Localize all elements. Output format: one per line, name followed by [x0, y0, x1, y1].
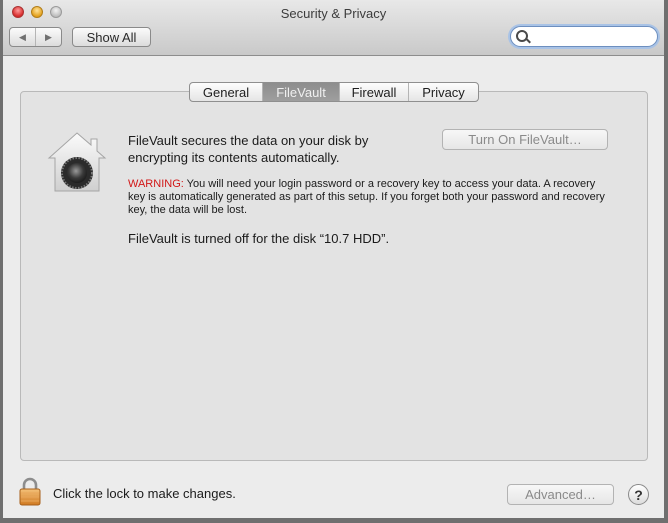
title-bar: Security & Privacy ◀ ▶ Show All: [3, 0, 664, 56]
tab-general[interactable]: General: [190, 83, 262, 101]
filevault-icon: [47, 132, 107, 192]
help-icon: ?: [634, 486, 643, 503]
search-icon: [516, 30, 528, 42]
advanced-button[interactable]: Advanced…: [507, 484, 614, 505]
search-field[interactable]: [510, 26, 658, 47]
back-forward-control: ◀ ▶: [9, 27, 62, 47]
filevault-description: FileVault secures the data on your disk …: [128, 133, 369, 165]
help-button[interactable]: ?: [628, 484, 649, 505]
tab-bar: General FileVault Firewall Privacy: [189, 82, 479, 102]
search-input[interactable]: [533, 29, 655, 45]
tab-filevault[interactable]: FileVault: [262, 83, 339, 101]
triangle-right-icon: ▶: [45, 31, 52, 42]
filevault-warning: WARNING: You will need your login passwo…: [128, 178, 608, 217]
tab-firewall[interactable]: Firewall: [339, 83, 408, 101]
turn-on-filevault-button[interactable]: Turn On FileVault…: [442, 129, 608, 150]
filevault-status: FileVault is turned off for the disk “10…: [128, 231, 390, 246]
warning-label: WARNING:: [128, 178, 184, 190]
tab-privacy[interactable]: Privacy: [408, 83, 478, 101]
show-all-button[interactable]: Show All: [72, 27, 151, 47]
triangle-left-icon: ◀: [19, 31, 26, 42]
forward-button[interactable]: ▶: [35, 28, 61, 46]
padlock-icon[interactable]: [18, 476, 42, 506]
security-privacy-window: Security & Privacy ◀ ▶ Show All General …: [3, 0, 664, 518]
back-button[interactable]: ◀: [10, 28, 35, 46]
lock-hint: Click the lock to make changes.: [53, 486, 236, 501]
window-title: Security & Privacy: [280, 6, 387, 21]
warning-text: You will need your login password or a r…: [128, 178, 605, 216]
